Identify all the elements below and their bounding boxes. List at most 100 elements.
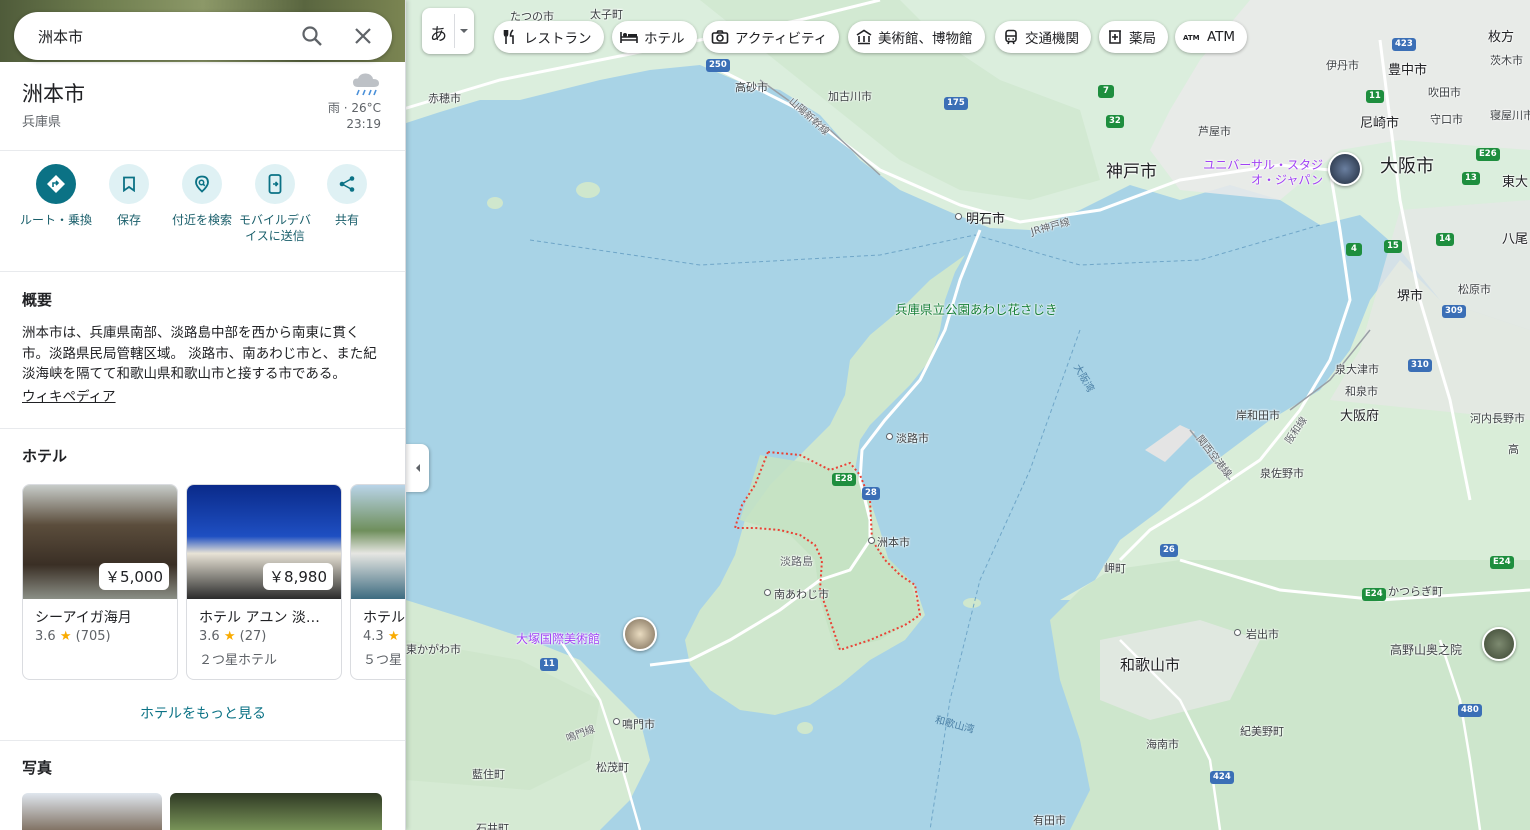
city-dot-awaji <box>886 433 893 440</box>
star-icon: ★ <box>387 629 400 644</box>
city-label-arida[interactable]: 有田市 <box>1033 812 1066 828</box>
hotel-price: ￥8,980 <box>263 563 333 590</box>
city-label-yao[interactable]: 八尾 <box>1502 228 1528 247</box>
city-label-matsubara[interactable]: 松原市 <box>1458 281 1491 297</box>
chip-atm[interactable]: ATM ATM <box>1175 21 1248 53</box>
route-shield: 424 <box>1210 771 1234 784</box>
city-label-hirakata[interactable]: 枚方 <box>1488 26 1514 45</box>
bookmark-icon <box>123 176 135 192</box>
city-label-moriguchi[interactable]: 守口市 <box>1430 111 1463 127</box>
hotel-card[interactable]: ￥5,000 シーアイガ海月 3.6 ★ (705) <box>22 484 178 680</box>
city-label-matsushige[interactable]: 松茂町 <box>596 759 629 775</box>
city-label-awaji[interactable]: 淡路市 <box>896 430 929 446</box>
send-to-phone-icon <box>268 174 282 194</box>
city-label-misaki[interactable]: 岬町 <box>1104 560 1126 576</box>
otsuka-museum-photo-marker[interactable] <box>623 617 657 651</box>
city-label-sumoto[interactable]: 洲本市 <box>877 534 910 550</box>
city-label-izumisano[interactable]: 泉佐野市 <box>1260 465 1304 481</box>
city-label-higashikagawa[interactable]: 東かがわ市 <box>406 641 461 657</box>
hotel-class: ２つ星ホテル <box>199 653 278 668</box>
city-label-amagasaki[interactable]: 尼崎市 <box>1360 112 1399 131</box>
city-label-ibaraki[interactable]: 茨木市 <box>1490 52 1523 68</box>
city-label-kishiwada[interactable]: 岸和田市 <box>1236 407 1280 423</box>
city-label-toyonaka[interactable]: 豊中市 <box>1388 59 1427 78</box>
city-label-neyagawa[interactable]: 寝屋川市 <box>1490 107 1530 123</box>
city-label-naruto[interactable]: 鳴門市 <box>622 716 655 732</box>
save-label: 保存 <box>116 213 141 227</box>
chip-hotel[interactable]: ホテル <box>612 21 697 53</box>
city-label-suita[interactable]: 吹田市 <box>1428 84 1461 100</box>
chip-label: レストラン <box>524 31 592 47</box>
route-shield: E26 <box>1476 148 1500 161</box>
chevron-down-icon[interactable] <box>459 28 469 34</box>
route-shield: 28 <box>862 487 880 500</box>
city-label-osaka[interactable]: 大阪市 <box>1380 152 1434 178</box>
poi-label-usj[interactable]: ユニバーサル・スタジオ・ジャパン <box>1195 158 1323 188</box>
city-label-kinokawa[interactable]: 紀美野町 <box>1240 723 1284 739</box>
language-toggle-button[interactable]: あ <box>422 8 474 54</box>
city-label-aizumi[interactable]: 藍住町 <box>472 766 505 782</box>
photos-heading: 写真 <box>22 759 53 777</box>
city-label-taishi[interactable]: 太子町 <box>590 6 623 22</box>
city-label-itami[interactable]: 伊丹市 <box>1326 57 1359 73</box>
city-label-kakogawa[interactable]: 加古川市 <box>828 88 872 104</box>
chip-restaurant[interactable]: レストラン <box>494 21 604 53</box>
poi-label-koyasan[interactable]: 高野山奥之院 <box>1390 641 1462 658</box>
city-label-katsuragi[interactable]: かつらぎ町 <box>1388 583 1443 599</box>
city-label-sakai[interactable]: 堺市 <box>1397 285 1423 304</box>
city-label-higashi[interactable]: 東大 <box>1502 171 1528 190</box>
city-label-kainan[interactable]: 海南市 <box>1146 736 1179 752</box>
koyasan-photo-marker[interactable] <box>1482 627 1516 661</box>
chip-label: アクティビティ <box>735 31 828 47</box>
pharmacy-icon <box>1109 30 1121 44</box>
city-label-takaishi[interactable]: 高 <box>1508 441 1519 457</box>
route-shield: 175 <box>944 97 968 110</box>
city-label-ishii[interactable]: 石井町 <box>476 820 509 830</box>
chip-pharmacy[interactable]: 薬局 <box>1099 21 1168 53</box>
star-icon: ★ <box>223 629 236 644</box>
route-shield: 250 <box>706 59 730 72</box>
place-subtitle: 兵庫県 <box>22 115 62 130</box>
route-shield: 11 <box>1366 90 1384 103</box>
city-label-akashi[interactable]: 明石市 <box>966 208 1005 227</box>
save-button[interactable]: 保存 <box>93 164 165 228</box>
city-label-wakayama[interactable]: 和歌山市 <box>1120 654 1180 675</box>
hotel-card[interactable]: ホテル 4.3 ★ ５つ星 <box>350 484 405 680</box>
chip-transit[interactable]: 交通機関 <box>995 21 1091 53</box>
chip-label: ATM <box>1207 29 1236 45</box>
hotel-card[interactable]: ￥8,980 ホテル アユン 淡… 3.6 ★ (27) ２つ星ホテル <box>186 484 342 680</box>
chip-museum[interactable]: 美術館、博物館 <box>848 21 985 53</box>
route-shield: 423 <box>1392 38 1416 51</box>
usj-photo-marker[interactable] <box>1328 152 1362 186</box>
city-dot-iwade <box>1234 629 1241 636</box>
poi-label-otsuka-museum[interactable]: 大塚国際美術館 <box>516 630 600 647</box>
city-label-minamiawaji[interactable]: 南あわじ市 <box>774 586 829 602</box>
nearby-search-label: 付近を検索 <box>171 213 232 227</box>
close-icon[interactable] <box>351 24 375 48</box>
route-shield: 11 <box>540 658 558 671</box>
directions-button[interactable]: ルート・乗換 <box>20 164 92 228</box>
photo-thumbnail[interactable] <box>22 793 162 830</box>
chip-activity[interactable]: アクティビティ <box>703 21 840 53</box>
share-button[interactable]: 共有 <box>311 164 383 228</box>
city-label-iwade[interactable]: 岩出市 <box>1246 626 1279 642</box>
nearby-search-button[interactable]: 付近を検索 <box>166 164 238 228</box>
photo-thumbnail[interactable] <box>170 793 382 830</box>
search-icon[interactable] <box>300 24 324 48</box>
city-label-akaho[interactable]: 赤穂市 <box>428 90 461 106</box>
city-label-ashiya[interactable]: 芦屋市 <box>1198 123 1231 139</box>
city-dot-naruto <box>613 718 620 725</box>
more-hotels-link[interactable]: ホテルをもっと見る <box>0 703 405 723</box>
city-label-izumiotsu[interactable]: 泉大津市 <box>1335 361 1379 377</box>
city-label-kawachinagano[interactable]: 河内長野市 <box>1470 410 1525 426</box>
city-label-takasago[interactable]: 高砂市 <box>735 79 768 95</box>
region-label-osakafu[interactable]: 大阪府 <box>1340 405 1379 424</box>
park-label-awaji-hanasajiki[interactable]: 兵庫県立公園あわじ花さじき <box>895 302 1058 317</box>
send-to-phone-button[interactable]: モバイルデバイスに送信 <box>239 164 311 244</box>
collapse-panel-button[interactable] <box>406 444 429 492</box>
city-label-izumi[interactable]: 和泉市 <box>1345 383 1378 399</box>
city-label-kobe[interactable]: 神戸市 <box>1106 157 1157 182</box>
wikipedia-link[interactable]: ウィキペディア <box>22 385 116 405</box>
search-input[interactable] <box>38 24 288 48</box>
send-to-phone-label: モバイルデバイスに送信 <box>239 213 312 243</box>
